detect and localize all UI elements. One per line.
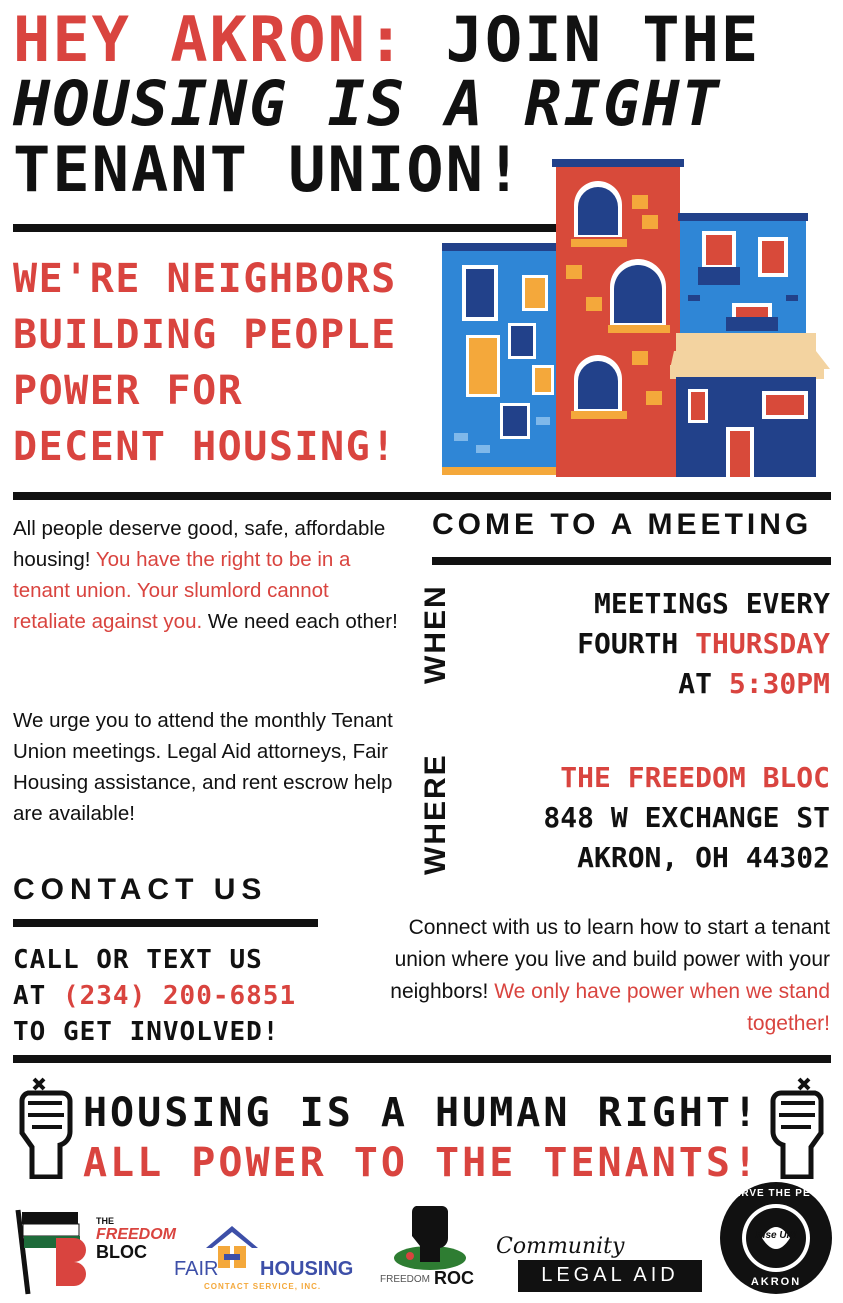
contact-heading: CONTACT US [13, 873, 268, 906]
where-line-3: AKRON, OH 44302 [577, 841, 830, 874]
contact-line-2: AT (234) 200-6851 [13, 981, 297, 1011]
fair-housing-logo: FAIR HOUSING CONTACT SERVICE, INC. [174, 1222, 374, 1298]
subhead-line-3: POWER FOR [13, 368, 244, 414]
headline-line-2: HOUSING IS A RIGHT [13, 67, 721, 140]
when-line-2: FOURTH THURSDAY [577, 627, 830, 660]
headline-greeting: HEY AKRON: [13, 3, 407, 76]
freedom-roc-fist-icon [394, 1206, 466, 1270]
when-line-1: MEETINGS EVERY [593, 587, 830, 620]
contact-line-3: TO GET INVOLVED! [13, 1017, 280, 1047]
subhead-line-4: DECENT HOUSING! [13, 424, 397, 470]
footer-line-1: HOUSING IS A HUMAN RIGHT! [82, 1090, 761, 1136]
footer-line-2: ALL POWER TO THE TENANTS! [82, 1140, 761, 1186]
connect-paragraph: Connect with us to learn how to start a … [390, 916, 830, 1035]
headline-join: JOIN THE [406, 3, 761, 76]
where-label: WHERE [419, 753, 452, 875]
buildings-illustration [442, 159, 830, 477]
divider-bottom [13, 1055, 831, 1063]
divider-mid [13, 492, 831, 500]
when-line-3: AT 5:30PM [678, 667, 830, 700]
meeting-heading: COME TO A MEETING [432, 508, 813, 541]
freedom-roc-logo: FREEDOM ROC [380, 1196, 480, 1296]
subhead-line-1: WE'RE NEIGHBORS [13, 256, 397, 302]
headline-line-1: HEY AKRON: JOIN THE [13, 8, 760, 72]
when-label: WHEN [419, 584, 452, 684]
subhead-line-2: BUILDING PEOPLE [13, 312, 397, 358]
serve-the-people-logo: SERVE THE PEOPLE Rise UP! AKRON [718, 1180, 841, 1296]
community-legal-aid-logo: Community LEGAL AID [494, 1234, 714, 1294]
phone-number[interactable]: (234) 200-6851 [63, 981, 296, 1011]
divider-meeting [432, 557, 831, 565]
where-line-1: THE FREEDOM BLOC [560, 761, 830, 794]
where-line-2: 848 W EXCHANGE ST [543, 801, 830, 834]
intro-paragraph-1: All people deserve good, safe, affordabl… [13, 517, 398, 633]
freedom-bloc-logo: THE FREEDOM BLOC [12, 1206, 176, 1298]
intro-paragraph-2: We urge you to attend the monthly Tenant… [13, 709, 393, 825]
contact-line-1: CALL OR TEXT US [13, 945, 263, 975]
divider-contact [13, 919, 318, 927]
freedom-bloc-flag-icon [15, 1209, 86, 1295]
